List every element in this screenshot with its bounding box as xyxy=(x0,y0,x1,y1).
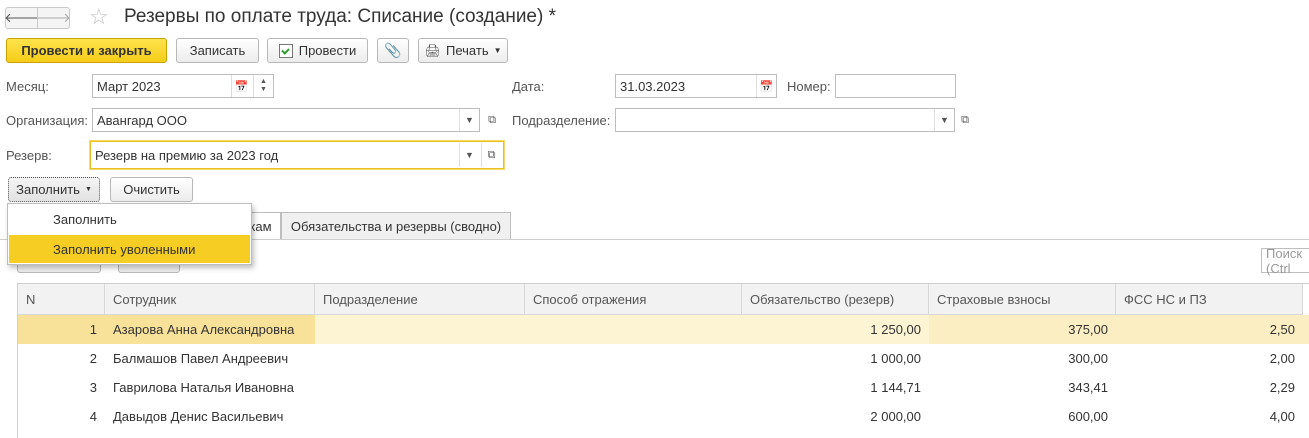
calendar-icon[interactable]: 📅 xyxy=(231,75,251,97)
obligation-cell[interactable]: 1 250,00 xyxy=(742,315,929,344)
fss-cell[interactable]: 2,00 xyxy=(1116,344,1303,373)
fill-dropdown-menu: Заполнить Заполнить уволенными xyxy=(7,203,252,265)
menu-item-fill[interactable]: Заполнить xyxy=(9,205,250,233)
department-cell[interactable] xyxy=(315,402,525,431)
fss-cell[interactable]: 2,29 xyxy=(1116,373,1303,402)
column-header-insurance[interactable]: Страховые взносы xyxy=(929,284,1116,315)
department-cell[interactable] xyxy=(315,315,525,344)
employee-cell[interactable]: Давыдов Денис Васильевич xyxy=(105,402,315,431)
reserve-label: Резерв: xyxy=(6,148,52,163)
open-icon[interactable]: ⧉ xyxy=(482,108,502,132)
row-number: 3 xyxy=(89,380,97,395)
paperclip-icon: 📎 xyxy=(384,42,402,58)
method-cell[interactable] xyxy=(525,344,742,373)
department-field[interactable]: ▼ xyxy=(615,108,955,132)
date-label: Дата: xyxy=(512,79,545,94)
open-icon[interactable]: ⧉ xyxy=(481,143,501,167)
method-cell[interactable] xyxy=(525,315,742,344)
clear-button[interactable]: Очистить xyxy=(110,177,193,202)
department-cell[interactable] xyxy=(315,373,525,402)
organization-field[interactable]: Авангард ООО ▼ xyxy=(92,108,480,132)
post-button[interactable]: Провести xyxy=(267,38,368,63)
month-value: Март 2023 xyxy=(97,78,161,94)
chevron-down-icon: ▼ xyxy=(84,186,92,193)
column-header-n[interactable]: N xyxy=(18,284,105,315)
employee-cell[interactable]: Гаврилова Наталья Ивановна xyxy=(105,373,315,402)
table-row[interactable]: 2 Балмашов Павел Андреевич 1 000,00 300,… xyxy=(18,344,1309,373)
row-number: 1 xyxy=(18,315,105,344)
insurance-cell[interactable]: 375,00 xyxy=(929,315,1116,344)
printer-icon: 🖨 xyxy=(424,42,441,58)
page-title: Резервы по оплате труда: Списание (созда… xyxy=(124,6,556,27)
method-cell[interactable] xyxy=(525,402,742,431)
table-row[interactable]: 4 Давыдов Денис Васильевич 2 000,00 600,… xyxy=(18,402,1309,431)
fss-cell[interactable]: 4,00 xyxy=(1116,402,1303,431)
open-icon[interactable]: ⧉ xyxy=(955,108,975,132)
chevron-down-icon[interactable]: ▼ xyxy=(459,143,479,167)
chevron-down-icon[interactable]: ▼ xyxy=(934,109,954,131)
department-label: Подразделение: xyxy=(512,113,611,128)
search-input[interactable]: Поиск (Ctrl xyxy=(1261,245,1309,276)
column-header-employee[interactable]: Сотрудник xyxy=(105,284,315,315)
post-and-close-button[interactable]: Провести и закрыть xyxy=(6,38,167,63)
back-button[interactable]: 🡐 xyxy=(4,7,39,29)
row-number: 4 xyxy=(89,409,97,424)
employees-table: N Сотрудник Подразделение Способ отражен… xyxy=(17,283,1309,438)
fill-button-label: Заполнить xyxy=(16,182,80,197)
arrow-left-icon: 🡐 xyxy=(4,10,39,25)
attach-button[interactable]: 📎 xyxy=(377,38,409,63)
organization-value: Авангард ООО xyxy=(97,112,187,128)
number-label: Номер: xyxy=(787,79,831,94)
insurance-cell[interactable]: 600,00 xyxy=(929,402,1116,431)
obligation-cell[interactable]: 2 000,00 xyxy=(742,402,929,431)
tab-obligations-summary[interactable]: Обязательства и резервы (сводно) xyxy=(281,212,511,240)
row-number: 2 xyxy=(89,351,97,366)
reserve-field[interactable]: Резерв на премию за 2023 год ▼ ⧉ xyxy=(90,141,504,169)
date-value: 31.03.2023 xyxy=(620,78,686,94)
number-field[interactable] xyxy=(835,74,956,98)
month-stepper[interactable]: ▲ ▼ xyxy=(253,75,273,97)
table-row[interactable]: 1 Азарова Анна Александровна 1 250,00 37… xyxy=(18,315,1309,344)
obligation-cell[interactable]: 1 144,71 xyxy=(742,373,929,402)
insurance-cell[interactable]: 300,00 xyxy=(929,344,1116,373)
star-icon[interactable]: ☆ xyxy=(89,4,109,30)
column-header-department[interactable]: Подразделение xyxy=(315,284,525,315)
chevron-down-icon: ▼ xyxy=(493,46,502,55)
organization-label: Организация: xyxy=(6,113,89,128)
obligation-cell[interactable]: 1 000,00 xyxy=(742,344,929,373)
method-cell[interactable] xyxy=(525,373,742,402)
month-label: Месяц: xyxy=(6,79,49,94)
reserve-value: Резерв на премию за 2023 год xyxy=(95,147,279,163)
column-header-fss[interactable]: ФСС НС и ПЗ xyxy=(1116,284,1303,315)
date-field[interactable]: 31.03.2023 📅 xyxy=(615,74,777,98)
search-placeholder: Поиск (Ctrl xyxy=(1266,245,1303,276)
column-header-obligation[interactable]: Обязательство (резерв) xyxy=(742,284,929,315)
month-field[interactable]: Март 2023 📅 ▲ ▼ xyxy=(92,74,274,98)
employee-cell[interactable]: Азарова Анна Александровна xyxy=(105,315,315,344)
calendar-icon[interactable]: 📅 xyxy=(756,75,776,97)
fss-cell[interactable]: 2,50 xyxy=(1116,315,1303,344)
forward-button[interactable]: 🡒 xyxy=(36,7,71,29)
save-button[interactable]: Записать xyxy=(176,38,259,63)
department-cell[interactable] xyxy=(315,344,525,373)
post-document-icon xyxy=(278,43,293,58)
post-button-label: Провести xyxy=(298,43,357,58)
fill-button[interactable]: Заполнить ▼ xyxy=(8,177,100,202)
employee-cell[interactable]: Балмашов Павел Андреевич xyxy=(105,344,315,373)
chevron-down-icon[interactable]: ▼ xyxy=(459,109,479,131)
table-row[interactable]: 3 Гаврилова Наталья Ивановна 1 144,71 34… xyxy=(18,373,1309,402)
column-header-method[interactable]: Способ отражения xyxy=(525,284,742,315)
arrow-right-icon: 🡒 xyxy=(36,10,71,25)
print-button-label: Печать xyxy=(446,43,489,58)
menu-item-fill-dismissed[interactable]: Заполнить уволенными xyxy=(9,235,250,263)
insurance-cell[interactable]: 343,41 xyxy=(929,373,1116,402)
print-button[interactable]: 🖨 Печать ▼ xyxy=(418,38,508,63)
